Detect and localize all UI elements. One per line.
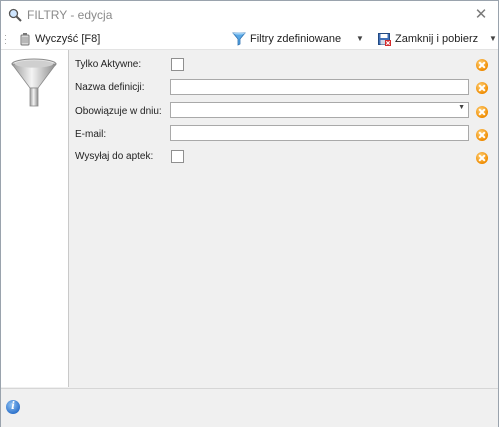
clear-email-icon[interactable] [476,129,488,141]
defined-filters-button[interactable]: Filtry zdefiniowane [232,30,341,48]
status-bar: i [1,388,498,427]
funnel-icon [11,58,57,107]
toolbar-grip[interactable]: · · · [4,31,7,48]
defined-filters-label: Filtry zdefiniowane [250,33,342,45]
send-to-pharmacies-label: Wysyłaj do aptek: [75,151,154,162]
definition-name-input[interactable] [170,79,469,95]
save-close-icon [378,32,391,46]
title-bar: FILTRY - edycja ✕ [1,1,498,29]
email-field[interactable] [170,125,469,141]
close-and-fetch-label: Zamknij i pobierz [395,33,479,45]
valid-on-day-label: Obowiązuje w dniu: [75,106,162,117]
defined-filters-dropdown-arrow[interactable]: ▼ [356,30,364,48]
clear-send-to-pharmacies-icon[interactable] [476,152,488,164]
filter-form: Tylko Aktywne: Nazwa definicji: Obowiązu… [69,50,498,387]
send-to-pharmacies-checkbox[interactable] [171,150,184,163]
clear-button-label: Wyczyść [F8] [35,33,101,45]
eraser-icon [20,33,30,46]
side-image-panel [1,50,69,387]
close-and-fetch-dropdown-arrow[interactable]: ▼ [489,30,497,48]
chevron-down-icon[interactable]: ▼ [458,104,465,111]
email-label: E-mail: [75,129,107,140]
only-active-checkbox[interactable] [171,58,184,71]
valid-on-day-select[interactable]: ▼ [170,102,469,118]
clear-button[interactable]: Wyczyść [F8] [19,30,100,48]
only-active-label: Tylko Aktywne: [75,59,142,70]
close-and-fetch-button[interactable]: Zamknij i pobierz [378,30,478,48]
clear-valid-on-day-icon[interactable] [476,106,488,118]
definition-name-label: Nazwa definicji: [75,82,145,93]
toolbar: ··· Wyczyść [F8] Filtry zdefiniowane ▼ [1,29,498,50]
close-icon[interactable]: ✕ [472,6,490,24]
clear-only-active-icon[interactable] [476,59,488,71]
search-icon [8,8,22,22]
filter-icon [232,32,246,46]
clear-definition-name-icon[interactable] [476,82,488,94]
window-title: FILTRY - edycja [27,8,113,22]
filters-edit-window: FILTRY - edycja ✕ · · · Wyczyść [F8] Filtr… [0,0,499,427]
info-icon[interactable]: i [6,400,20,414]
